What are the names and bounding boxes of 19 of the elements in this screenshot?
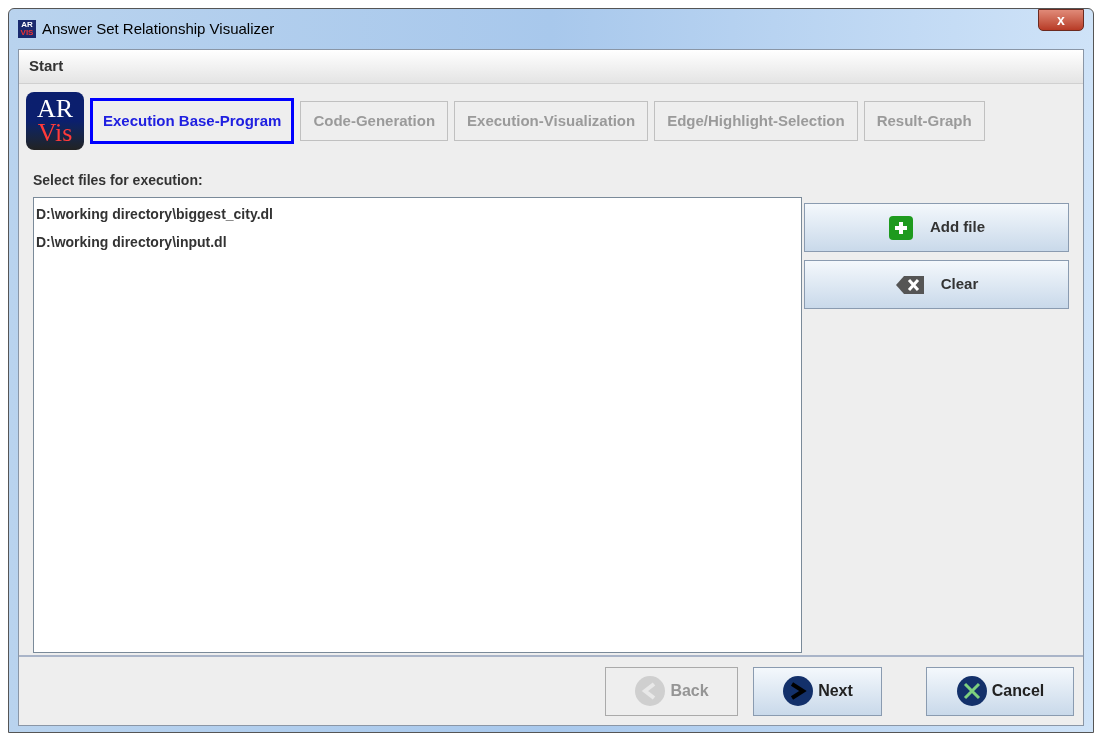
step-tab[interactable]: Execution Base-Program — [90, 98, 295, 144]
plus-icon — [888, 214, 914, 241]
next-icon — [782, 675, 815, 707]
back-icon — [634, 675, 667, 707]
window-title: Answer Set Relationship Visualizer — [42, 18, 275, 39]
file-item[interactable]: D:\working directory\biggest_city.dl — [34, 200, 801, 228]
app-logo: AR Vis — [26, 92, 84, 150]
add-file-button[interactable]: Add file — [804, 203, 1069, 252]
menu-item[interactable]: Start — [27, 55, 66, 78]
cancel-button[interactable]: Cancel — [926, 666, 1074, 716]
cancel-icon — [955, 675, 988, 707]
next-button[interactable]: Next — [753, 666, 882, 716]
backspace-icon — [894, 274, 925, 295]
clear-button[interactable]: Clear — [804, 260, 1069, 309]
close-button[interactable]: x — [1038, 9, 1084, 31]
files-label: Select files for execution: — [32, 171, 204, 190]
file-list[interactable]: D:\working directory\biggest_city.dl D:\working directory\input.dl — [33, 197, 802, 653]
file-item[interactable]: D:\working directory\input.dl — [34, 228, 801, 256]
app-icon: AR VIS — [18, 20, 36, 38]
